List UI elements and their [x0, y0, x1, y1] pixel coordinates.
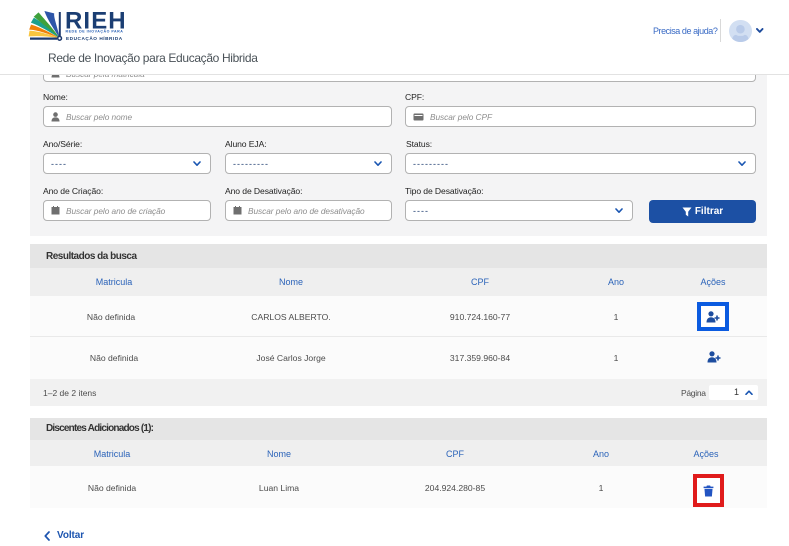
svg-text:EDUCAÇÃO HÍBRIDA: EDUCAÇÃO HÍBRIDA — [66, 34, 123, 41]
svg-text:REDE DE INOVAÇÃO PARA: REDE DE INOVAÇÃO PARA — [66, 28, 124, 33]
